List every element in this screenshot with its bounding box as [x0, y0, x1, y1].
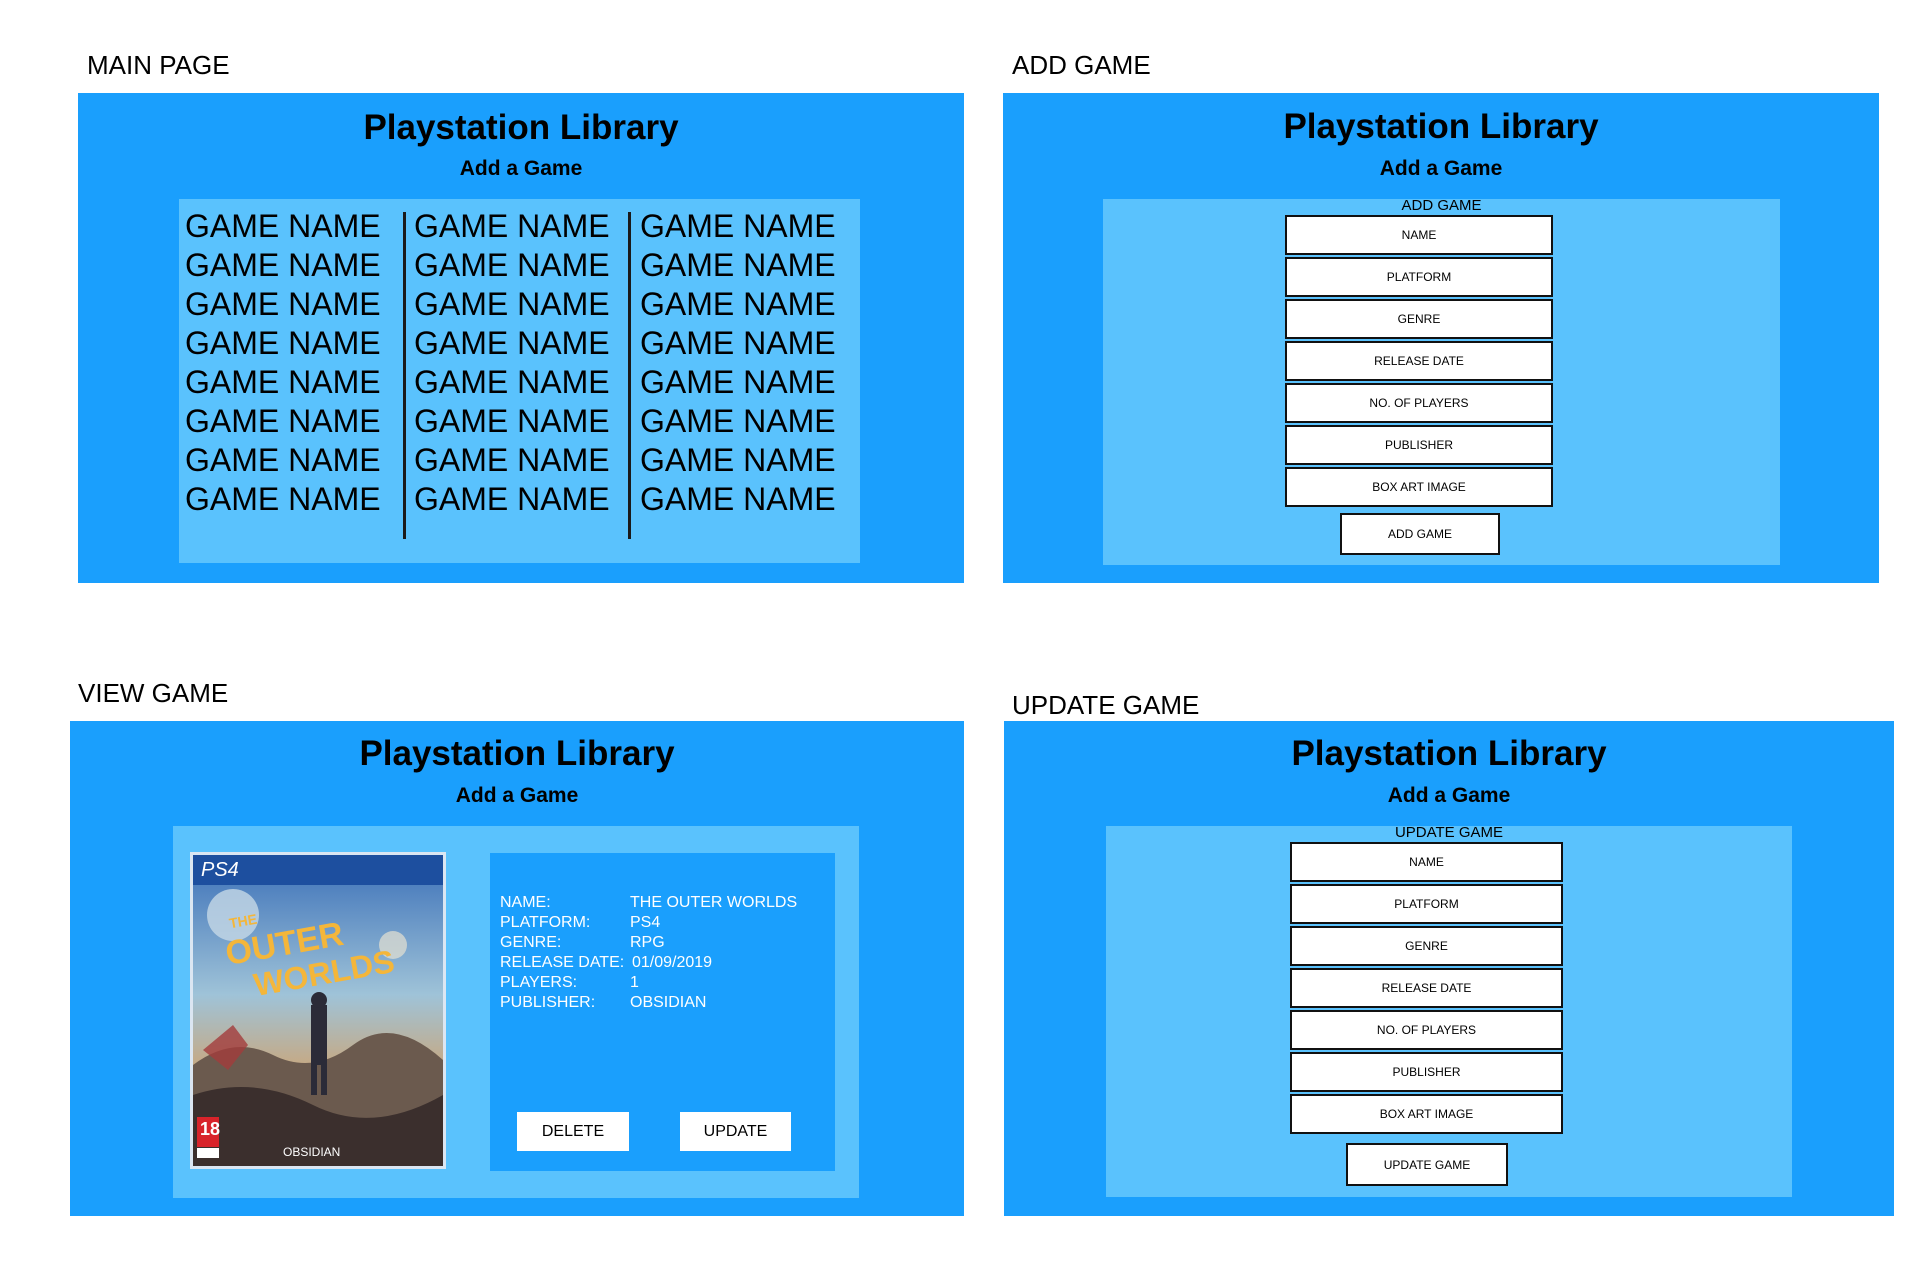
field-genre[interactable]: GENRE	[1290, 926, 1563, 966]
game-list-item[interactable]: GAME NAME	[185, 207, 381, 246]
detail-value: RPG	[630, 934, 665, 951]
view-game-panel: Playstation Library Add a Game PS4 THE O…	[70, 721, 964, 1216]
main-page-panel: Playstation Library Add a Game GAME NAME…	[78, 93, 964, 583]
field-platform[interactable]: PLATFORM	[1285, 257, 1553, 297]
game-column-3: GAME NAME GAME NAME GAME NAME GAME NAME GAME…	[640, 207, 836, 519]
field-name[interactable]: NAME	[1285, 215, 1553, 255]
publisher-mark: OBSIDIAN	[283, 1145, 341, 1159]
field-box-art-image[interactable]: BOX ART IMAGE	[1290, 1094, 1563, 1134]
app-title: Playstation Library	[1283, 107, 1599, 146]
form-caption: ADD GAME	[1401, 197, 1482, 214]
field-publisher[interactable]: PUBLISHER	[1290, 1052, 1563, 1092]
field-no-of-players[interactable]: NO. OF PLAYERS	[1290, 1010, 1563, 1050]
playstation-logo-icon: PS4	[201, 859, 239, 881]
game-list-item[interactable]: GAME NAME	[414, 441, 610, 480]
column-divider	[403, 212, 406, 539]
view-game-label: VIEW GAME	[78, 678, 229, 708]
add-game-label: ADD GAME	[1012, 50, 1151, 80]
game-list-item[interactable]: GAME NAME	[640, 246, 836, 285]
field-no-of-players[interactable]: NO. OF PLAYERS	[1285, 383, 1553, 423]
add-game-panel: Playstation Library Add a Game ADD GAME …	[1003, 93, 1879, 583]
age-rating-badge: 18	[199, 1119, 221, 1139]
add-game-button[interactable]: ADD GAME	[1340, 513, 1500, 555]
add-game-link[interactable]: Add a Game	[1004, 784, 1894, 808]
game-list-item[interactable]: GAME NAME	[414, 207, 610, 246]
detail-label: NAME:	[500, 894, 551, 911]
update-game-form: UPDATE GAME NAME PLATFORM GENRE RELEASE DAT…	[1106, 824, 1792, 1197]
field-genre[interactable]: GENRE	[1285, 299, 1553, 339]
field-stack: NAME PLATFORM GENRE RELEASE DATE NO. OF PLAY…	[1285, 215, 1553, 507]
box-art-image: PS4 THE OUTER WORLDS 18 OBSIDIAN	[190, 852, 446, 1169]
game-list-item[interactable]: GAME NAME	[414, 324, 610, 363]
detail-value: PS4	[630, 914, 661, 931]
game-list-item[interactable]: GAME NAME	[414, 285, 610, 324]
update-game-label: UPDATE GAME	[1012, 690, 1200, 720]
detail-label: PLAYERS:	[500, 974, 578, 991]
column-divider	[628, 212, 631, 539]
game-list-item[interactable]: GAME NAME	[640, 324, 836, 363]
field-publisher[interactable]: PUBLISHER	[1285, 425, 1553, 465]
add-game-link[interactable]: Add a Game	[1003, 157, 1879, 181]
form-caption: UPDATE GAME	[1394, 824, 1504, 841]
game-list-item[interactable]: GAME NAME	[640, 207, 836, 246]
game-column-1: GAME NAME GAME NAME GAME NAME GAME NAME GAME…	[185, 207, 381, 519]
app-title: Playstation Library	[363, 108, 679, 147]
detail-value: 01/09/2019	[632, 954, 713, 971]
detail-label: PLATFORM:	[500, 914, 591, 931]
detail-label: GENRE:	[500, 934, 562, 951]
game-list-item[interactable]: GAME NAME	[185, 246, 381, 285]
game-list-item[interactable]: GAME NAME	[640, 402, 836, 441]
game-list-item[interactable]: GAME NAME	[185, 363, 381, 402]
game-list-item[interactable]: GAME NAME	[640, 441, 836, 480]
detail-label: PUBLISHER:	[500, 994, 596, 1011]
delete-button[interactable]: DELETE	[517, 1112, 629, 1151]
update-game-panel: Playstation Library Add a Game UPDATE GA…	[1004, 721, 1894, 1216]
game-list-item[interactable]: GAME NAME	[414, 402, 610, 441]
game-list-item[interactable]: GAME NAME	[185, 441, 381, 480]
field-name[interactable]: NAME	[1290, 842, 1563, 882]
game-list-item[interactable]: GAME NAME	[414, 246, 610, 285]
detail-value: 1	[630, 974, 639, 991]
game-list-item[interactable]: GAME NAME	[185, 480, 381, 519]
add-game-link[interactable]: Add a Game	[78, 157, 964, 181]
box-art-illustration	[193, 855, 443, 1166]
field-platform[interactable]: PLATFORM	[1290, 884, 1563, 924]
game-list-item[interactable]: GAME NAME	[185, 324, 381, 363]
game-list: GAME NAME GAME NAME GAME NAME GAME NAME GAME…	[179, 199, 860, 563]
field-stack: NAME PLATFORM GENRE RELEASE DATE NO. OF PLAY…	[1290, 842, 1563, 1134]
field-release-date[interactable]: RELEASE DATE	[1290, 968, 1563, 1008]
main-page-label: MAIN PAGE	[87, 50, 230, 80]
app-title: Playstation Library	[359, 734, 675, 773]
game-list-item[interactable]: GAME NAME	[414, 480, 610, 519]
detail-value: OBSIDIAN	[630, 994, 707, 1011]
game-detail-area: PS4 THE OUTER WORLDS 18 OBSIDIAN NAME: TH…	[173, 826, 859, 1198]
update-game-button[interactable]: UPDATE GAME	[1346, 1143, 1508, 1186]
field-box-art-image[interactable]: BOX ART IMAGE	[1285, 467, 1553, 507]
detail-label: RELEASE DATE:	[500, 954, 625, 971]
add-game-form: ADD GAME NAME PLATFORM GENRE RELEASE DATE NO…	[1103, 197, 1780, 565]
app-title: Playstation Library	[1291, 734, 1607, 773]
game-list-item[interactable]: GAME NAME	[414, 363, 610, 402]
game-list-item[interactable]: GAME NAME	[185, 285, 381, 324]
update-button[interactable]: UPDATE	[680, 1112, 791, 1151]
game-list-item[interactable]: GAME NAME	[640, 363, 836, 402]
detail-value: THE OUTER WORLDS	[630, 894, 798, 911]
game-list-item[interactable]: GAME NAME	[640, 480, 836, 519]
game-details-card: NAME: THE OUTER WORLDS PLATFORM: PS4 GENRE: R…	[490, 853, 835, 1171]
game-column-2: GAME NAME GAME NAME GAME NAME GAME NAME GAME…	[414, 207, 610, 519]
field-release-date[interactable]: RELEASE DATE	[1285, 341, 1553, 381]
game-list-item[interactable]: GAME NAME	[185, 402, 381, 441]
add-game-link[interactable]: Add a Game	[70, 784, 964, 808]
game-list-item[interactable]: GAME NAME	[640, 285, 836, 324]
